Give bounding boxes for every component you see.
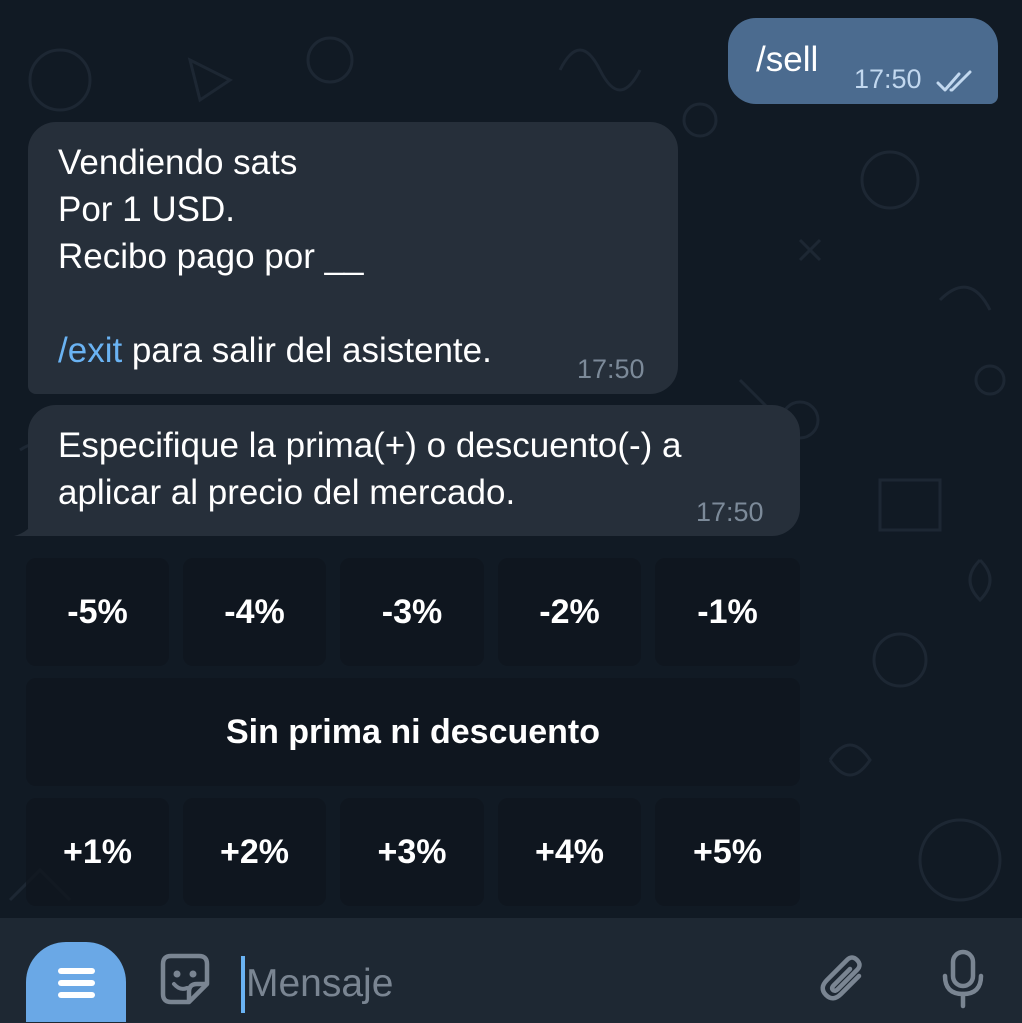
discount-2-button[interactable]: -2% xyxy=(498,558,641,666)
bot-menu-button[interactable] xyxy=(26,942,126,1022)
discount-1-button[interactable]: -1% xyxy=(655,558,800,666)
discount-3-button[interactable]: -3% xyxy=(340,558,484,666)
paperclip-icon[interactable] xyxy=(815,950,875,1010)
message-time: 17:50 xyxy=(854,64,922,94)
discount-5-button[interactable]: -5% xyxy=(26,558,169,666)
message-time: 17:50 xyxy=(696,497,764,527)
discount-4-button[interactable]: -4% xyxy=(183,558,326,666)
no-premium-button[interactable]: Sin prima ni descuento xyxy=(26,678,800,786)
command-description: para salir del asistente. xyxy=(122,331,492,370)
incoming-message-text: Vendiendo sats Por 1 USD. Recibo pago po… xyxy=(58,139,492,374)
premium-3-button[interactable]: +3% xyxy=(340,798,484,906)
microphone-icon[interactable] xyxy=(938,948,988,1012)
message-time: 17:50 xyxy=(577,354,645,384)
outgoing-message-bubble[interactable]: /sell 17:50 xyxy=(728,18,998,104)
sticker-icon[interactable] xyxy=(155,950,215,1010)
premium-2-button[interactable]: +2% xyxy=(183,798,326,906)
exit-command-link[interactable]: /exit xyxy=(58,331,122,370)
message-line: Vendiendo sats xyxy=(58,143,298,182)
chat-area: /sell 17:50 Vendiendo sats Por 1 USD. Re… xyxy=(0,0,1022,918)
text-cursor xyxy=(241,956,245,1013)
message-line: Por 1 USD. xyxy=(58,190,235,229)
incoming-message-bubble[interactable]: Especifique la prima(+) o descuento(-) a… xyxy=(28,405,800,536)
outgoing-message-text: /sell xyxy=(756,40,819,79)
premium-5-button[interactable]: +5% xyxy=(655,798,800,906)
premium-4-button[interactable]: +4% xyxy=(498,798,641,906)
message-line: Recibo pago por __ xyxy=(58,237,364,276)
premium-1-button[interactable]: +1% xyxy=(26,798,169,906)
incoming-message-bubble[interactable]: Vendiendo sats Por 1 USD. Recibo pago po… xyxy=(28,122,678,394)
incoming-message-text: Especifique la prima(+) o descuento(-) a… xyxy=(58,426,682,512)
bubble-tail xyxy=(14,516,38,536)
message-input[interactable]: Mensaje xyxy=(246,960,393,1008)
double-check-icon xyxy=(936,70,972,92)
